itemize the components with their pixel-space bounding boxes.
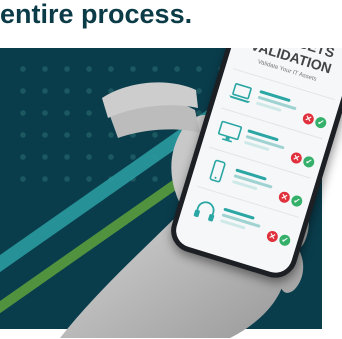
monitor-icon (214, 117, 246, 148)
accept-icon[interactable]: ✓ (313, 115, 328, 130)
accept-icon[interactable]: ✓ (277, 233, 292, 248)
asset-text-lines (231, 168, 278, 198)
reject-icon[interactable]: ✕ (265, 229, 280, 244)
accept-icon[interactable]: ✓ (289, 194, 304, 208)
illustration: MY ASSETS VALIDATION Validate Your IT As… (0, 48, 342, 339)
reject-icon[interactable]: ✕ (277, 190, 292, 205)
smartphone-icon (202, 156, 234, 187)
reject-icon[interactable]: ✕ (289, 151, 304, 165)
asset-text-lines (243, 129, 290, 159)
caption-text: entire process. (0, 0, 193, 29)
asset-text-lines (219, 207, 266, 238)
reject-icon[interactable]: ✕ (301, 111, 316, 126)
headphones-icon (190, 195, 222, 226)
asset-text-lines (255, 89, 302, 120)
accept-icon[interactable]: ✓ (301, 154, 316, 169)
laptop-icon (226, 77, 258, 108)
